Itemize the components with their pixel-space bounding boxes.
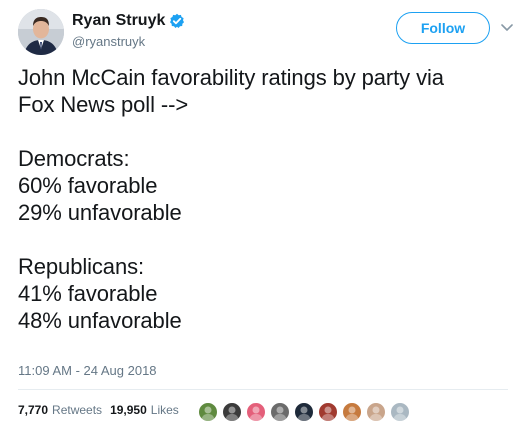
tweet-line: Republicans:: [18, 254, 144, 279]
silhouette-avatar-icon[interactable]: [294, 402, 314, 422]
default-avatar-icon[interactable]: [390, 402, 410, 422]
pink-avatar-icon[interactable]: [246, 402, 266, 422]
likes-stat[interactable]: 19,950 Likes: [110, 403, 179, 417]
red-avatar-icon[interactable]: [318, 402, 338, 422]
liker-avatars: [198, 401, 414, 423]
name-row: Ryan Struyk: [72, 10, 322, 32]
verified-badge-icon: [169, 13, 185, 29]
tweet-line: 29% unfavorable: [18, 200, 182, 225]
face-avatar-icon[interactable]: [366, 402, 386, 422]
author-avatar[interactable]: [18, 9, 64, 55]
tweet-line: Democrats:: [18, 146, 130, 171]
retweets-label: Retweets: [52, 403, 103, 417]
author-handle[interactable]: @ryanstruyk: [72, 34, 322, 49]
tweet-line: John McCain favorability ratings by part…: [18, 65, 444, 90]
tweet-stats: 7,770 Retweets 19,950 Likes: [18, 398, 179, 422]
tweet-line: 41% favorable: [18, 281, 158, 306]
likes-label: Likes: [150, 403, 179, 417]
dark-avatar-icon[interactable]: [222, 402, 242, 422]
chevron-down-icon[interactable]: [500, 21, 514, 35]
avatar-portrait-icon: [18, 9, 64, 55]
tweet-line: 60% favorable: [18, 173, 158, 198]
orange-avatar-icon[interactable]: [342, 402, 362, 422]
tweet-text: John McCain favorability ratings by part…: [18, 64, 508, 334]
leaf-avatar-icon[interactable]: [198, 402, 218, 422]
gray-avatar-icon[interactable]: [270, 402, 290, 422]
follow-button[interactable]: Follow: [396, 12, 490, 44]
author-block: Ryan Struyk @ryanstruyk: [72, 10, 322, 49]
retweets-count: 7,770: [18, 403, 49, 417]
tweet-timestamp[interactable]: 11:09 AM - 24 Aug 2018: [18, 363, 157, 378]
tweet-line: 48% unfavorable: [18, 308, 182, 333]
tweet-line: Fox News poll -->: [18, 92, 189, 117]
stats-divider: [18, 389, 508, 390]
likes-count: 19,950: [110, 403, 147, 417]
author-display-name[interactable]: Ryan Struyk: [72, 12, 165, 30]
retweets-stat[interactable]: 7,770 Retweets: [18, 403, 102, 417]
tweet-card: Ryan Struyk @ryanstruyk Follow John McCa…: [0, 0, 525, 429]
